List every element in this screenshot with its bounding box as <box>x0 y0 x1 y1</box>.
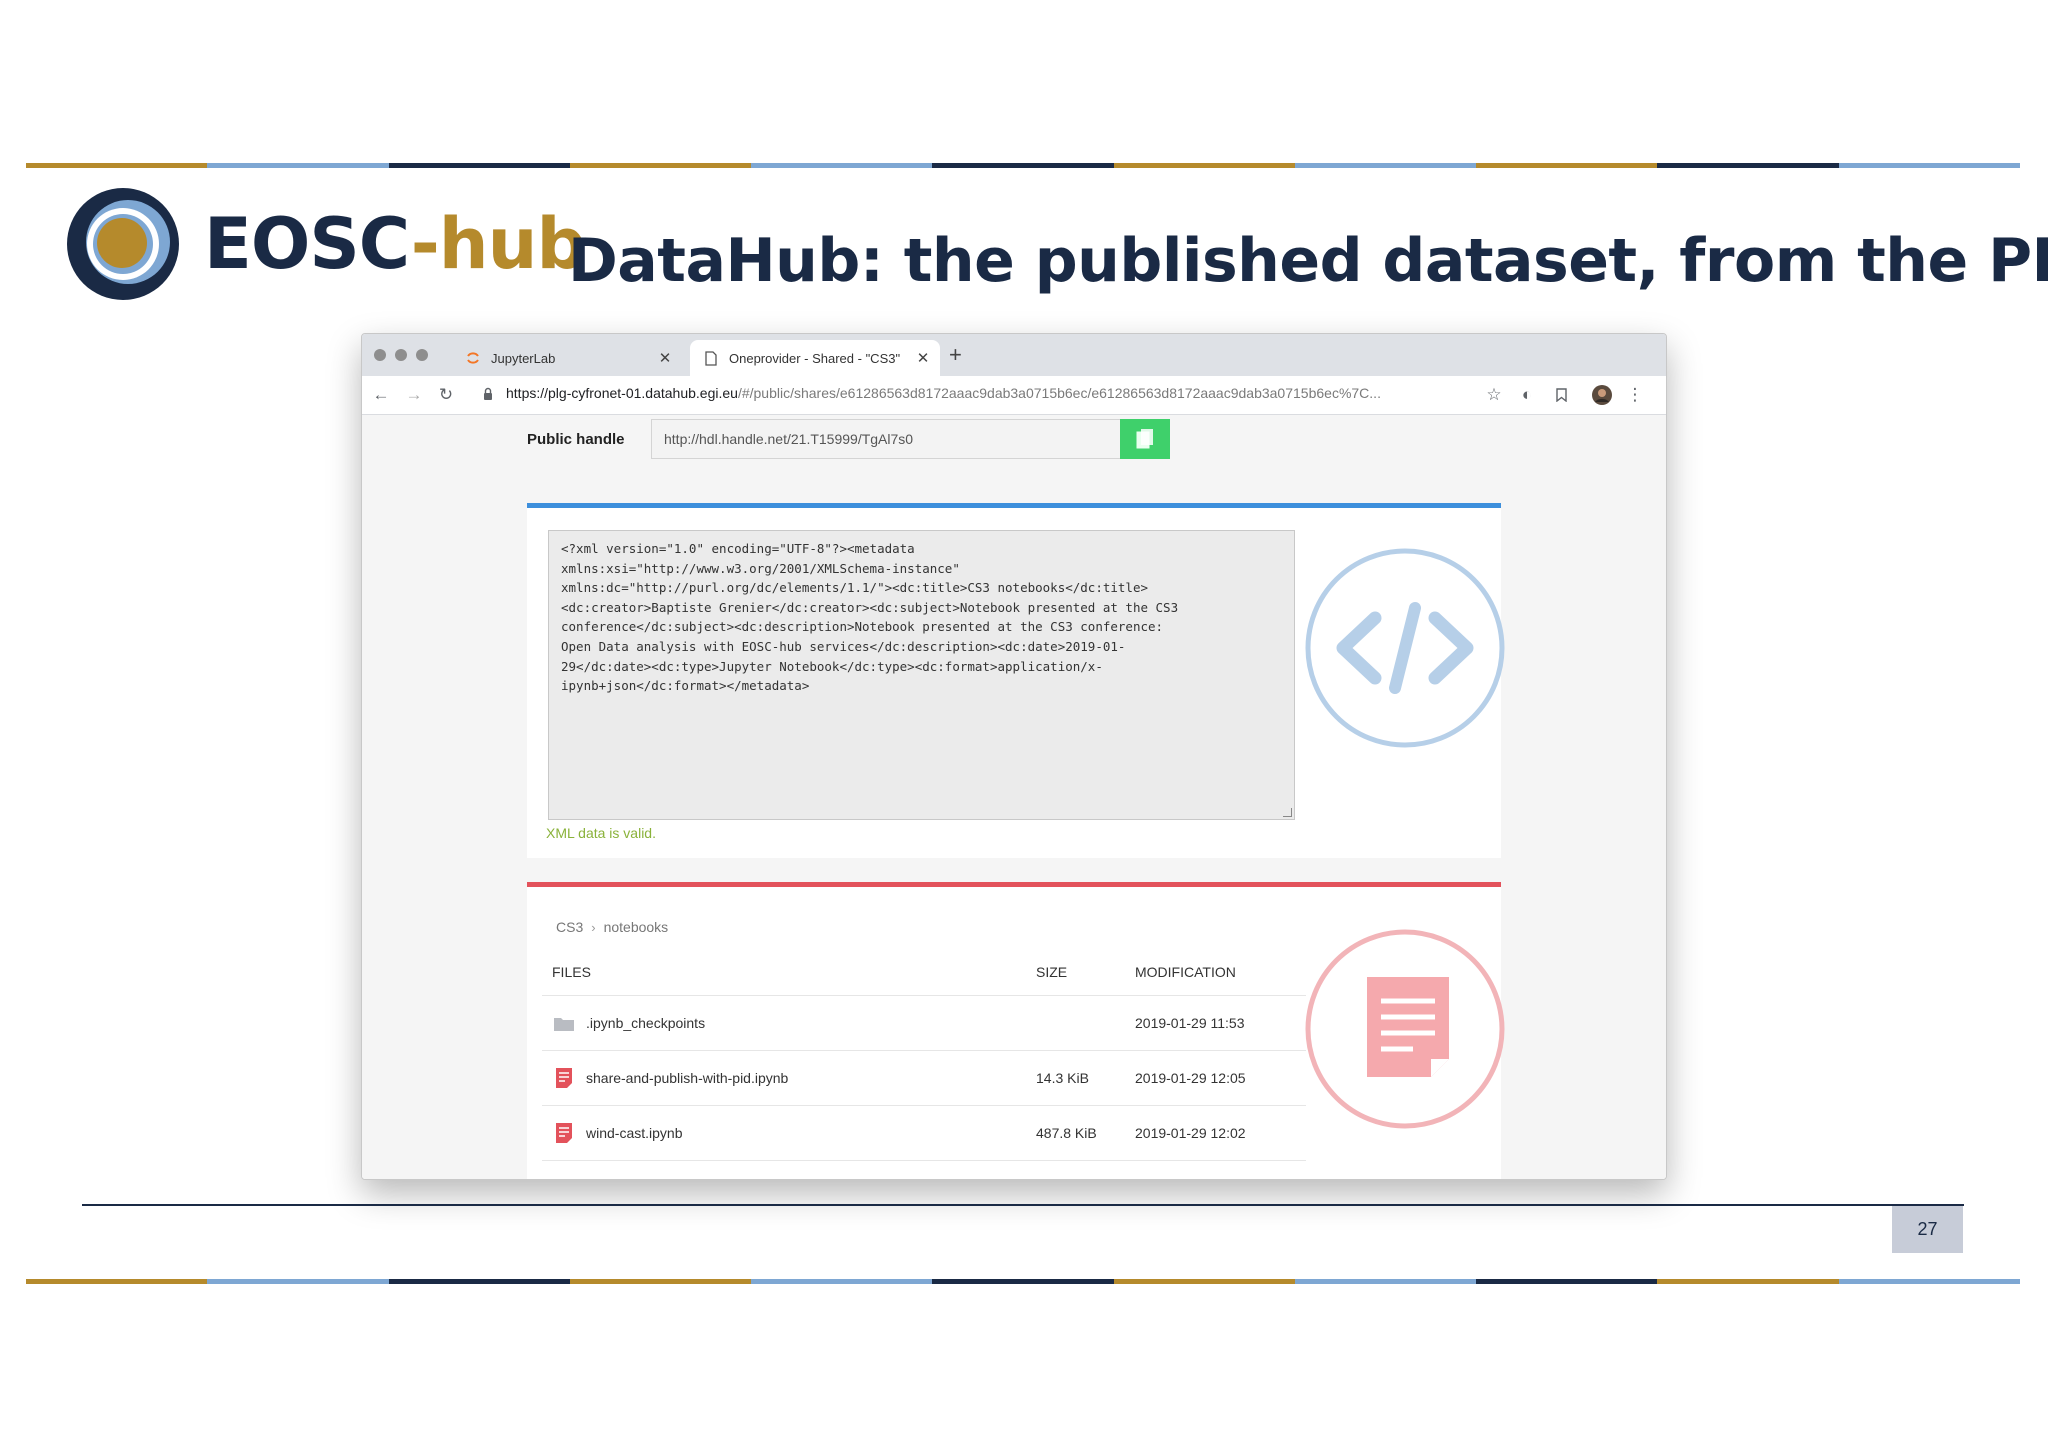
files-table-header: FILES SIZE MODIFICATION <box>542 949 1306 996</box>
browser-toolbar: ← → ↻ https://plg-cyfronet-01.datahub.eg… <box>362 376 1666 415</box>
file-size: 487.8 KiB <box>1036 1125 1097 1141</box>
bookmark-icon[interactable] <box>1550 384 1572 406</box>
public-handle-field[interactable]: http://hdl.handle.net/21.T15999/TgAl7s0 <box>651 419 1121 459</box>
breadcrumb-item-notebooks[interactable]: notebooks <box>604 919 669 935</box>
files-table: FILES SIZE MODIFICATION .ipynb_checkpoin… <box>542 949 1306 1161</box>
file-name: wind-cast.ipynb <box>586 1125 683 1141</box>
logo-wordmark: EOSC-hub <box>204 203 587 285</box>
xml-validation-status: XML data is valid. <box>546 825 656 841</box>
file-icon <box>542 1068 586 1088</box>
breadcrumb-item-cs3[interactable]: CS3 <box>556 919 583 935</box>
url-path: /#/public/shares/e61286563d8172aaac9dab3… <box>737 385 1381 401</box>
xml-line: xmlns:xsi="http://www.w3.org/2001/XMLSch… <box>561 560 960 576</box>
file-name: share-and-publish-with-pid.ipynb <box>586 1070 789 1086</box>
forward-arrow-icon[interactable]: → <box>403 384 425 406</box>
top-color-stripe <box>26 163 2020 168</box>
file-icon <box>542 1123 586 1143</box>
metadata-section: <?xml version="1.0" encoding="UTF-8"?><m… <box>527 503 1505 858</box>
document-icon <box>702 349 720 367</box>
public-handle-label: Public handle <box>527 431 625 448</box>
xml-line: Open Data analysis with EOSC-hub service… <box>561 638 1126 654</box>
xml-metadata-editor[interactable]: <?xml version="1.0" encoding="UTF-8"?><m… <box>548 530 1295 820</box>
tab-label: Oneprovider - Shared - "CS3" <box>729 350 901 366</box>
file-modified: 2019-01-29 12:02 <box>1135 1125 1246 1141</box>
xml-line: ipynb+json</dc:format></metadata> <box>561 678 810 694</box>
xml-line: xmlns:dc="http://purl.org/dc/elements/1.… <box>561 580 1148 596</box>
new-tab-icon[interactable]: + <box>949 342 962 368</box>
url-host: https://plg-cyfronet-01.datahub.egi.eu <box>506 385 738 401</box>
slide-title: DataHub: the published dataset, from the… <box>568 226 2048 296</box>
browser-window: JupyterLab ✕ Oneprovider - Shared - "CS3… <box>361 333 1667 1180</box>
files-section: CS3 › notebooks FILES SIZE MODIFICATION … <box>527 882 1505 1179</box>
star-icon[interactable]: ☆ <box>1483 384 1505 406</box>
back-arrow-icon[interactable]: ← <box>370 384 392 406</box>
xml-line: <?xml version="1.0" encoding="UTF-8"?><m… <box>561 541 915 556</box>
tab-oneprovider-shared[interactable]: Oneprovider - Shared - "CS3" ✕ <box>690 340 940 376</box>
tab-jupyterlab[interactable]: JupyterLab ✕ <box>452 340 682 376</box>
chevron-right-icon: › <box>591 919 596 935</box>
column-size: SIZE <box>1036 964 1068 980</box>
window-close-dot[interactable] <box>374 349 386 361</box>
address-bar[interactable]: https://plg-cyfronet-01.datahub.egi.eu/#… <box>506 385 1506 401</box>
table-row[interactable]: share-and-publish-with-pid.ipynb 14.3 Ki… <box>542 1051 1306 1106</box>
profile-avatar[interactable] <box>1591 384 1613 406</box>
xml-line: conference</dc:subject><dc:description>N… <box>561 619 1164 635</box>
logo-text-hub: -hub <box>410 203 587 285</box>
eosc-hub-logo: EOSC-hub <box>66 187 587 301</box>
jupyter-spinner-icon <box>464 349 482 367</box>
file-modified: 2019-01-29 12:05 <box>1135 1070 1246 1086</box>
extension-icon[interactable]: ◐ <box>1516 384 1538 406</box>
lock-icon <box>484 387 492 400</box>
logo-text-eosc: EOSC <box>204 203 412 285</box>
eosc-hub-logo-mark <box>67 188 179 300</box>
tab-close-icon[interactable]: ✕ <box>912 349 934 367</box>
bottom-color-stripe <box>26 1279 2020 1284</box>
column-modification: MODIFICATION <box>1135 964 1236 980</box>
xml-line: 29</dc:date><dc:type>Jupyter Notebook</d… <box>561 658 1103 674</box>
footer-divider <box>82 1204 1964 1206</box>
more-menu-icon[interactable]: ⋮ <box>1624 384 1646 406</box>
browser-tab-bar: JupyterLab ✕ Oneprovider - Shared - "CS3… <box>362 334 1666 376</box>
resize-grip-icon[interactable] <box>1283 808 1292 817</box>
breadcrumb: CS3 › notebooks <box>556 919 668 935</box>
file-name: .ipynb_checkpoints <box>586 1015 706 1031</box>
tab-close-icon[interactable]: ✕ <box>654 349 676 367</box>
reload-icon[interactable]: ↻ <box>435 384 457 406</box>
xml-line: <dc:creator>Baptiste Grenier</dc:creator… <box>561 599 1179 615</box>
window-minimize-dot[interactable] <box>395 349 407 361</box>
page-content: Public handle http://hdl.handle.net/21.T… <box>362 415 1666 1179</box>
code-icon <box>1305 548 1505 748</box>
page-number: 27 <box>1892 1206 1963 1253</box>
table-row[interactable]: .ipynb_checkpoints 2019-01-29 11:53 <box>542 996 1306 1051</box>
copy-icon <box>1136 429 1153 449</box>
column-files: FILES <box>552 964 591 980</box>
file-size: 14.3 KiB <box>1036 1070 1089 1086</box>
window-maximize-dot[interactable] <box>416 349 428 361</box>
tab-label: JupyterLab <box>491 350 556 366</box>
table-row[interactable]: wind-cast.ipynb 487.8 KiB 2019-01-29 12:… <box>542 1106 1306 1161</box>
copy-handle-button[interactable] <box>1120 419 1170 459</box>
folder-icon <box>542 1016 586 1031</box>
document-large-icon <box>1305 929 1505 1129</box>
file-modified: 2019-01-29 11:53 <box>1135 1015 1245 1031</box>
